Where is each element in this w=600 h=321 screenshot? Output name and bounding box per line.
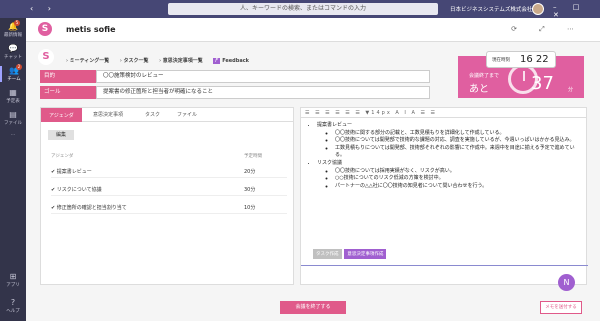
rail-item-apps[interactable]: ⊞ アプリ [0,272,26,288]
create-task-button[interactable]: タスク作成 [313,249,342,259]
feedback-icon: F [213,58,221,64]
calendar-icon: ▦ [9,88,17,97]
teams-icon: 👥 [9,66,19,75]
agenda-panel: アジェンダ 意思決定事項 タスク ファイル 編集 アジェンダ 予定時間 ✔ 提案… [40,107,294,285]
onenote-icon[interactable]: N [558,274,575,291]
remain-label: 会議終了まで [469,73,500,79]
inline-buttons: タスク作成 意思決定事項作成 [313,249,387,259]
file-icon: ▤ [9,110,17,119]
app-name: metis sofie [66,25,116,34]
tab-decisions[interactable]: 意思決定事項 [93,111,123,118]
purpose-label: 目的 [40,70,96,83]
tab-agenda[interactable]: アジェンダ [41,108,82,122]
time-col-header: 予定時間 [244,154,262,159]
crumb-tasks[interactable]: › タスク一覧 [120,58,149,64]
rail-item-calendar[interactable]: ▦ 予定表 [0,88,26,104]
create-decision-button[interactable]: 意思決定事項作成 [344,249,387,259]
app-header: S metis sofie ⟳ ⤢ ⋯ [26,18,600,42]
main-panel: S › ミーティング一覧 › タスク一覧 › 意思決定事項一覧 F Feedbac… [26,42,600,321]
rail-item-teams[interactable]: 👥 チーム 2 [0,64,26,82]
rail-item-chat[interactable]: 💬 チャット [0,44,26,60]
chat-icon: 💬 [8,44,18,53]
goal-field[interactable]: 提案書の修正箇所と担当者が明確になること [96,86,430,99]
check-icon: ✔ [51,187,56,193]
sofie-logo: S [38,49,54,65]
avatar[interactable] [532,3,544,15]
bell-icon: 🔔 [8,22,18,31]
purpose-field[interactable]: 〇〇施策検討のレビュー [96,70,430,83]
rail-item-activity[interactable]: 🔔 最新情報 5 [0,20,26,38]
end-meeting-button[interactable]: 会議を終了する [280,301,346,314]
window-controls[interactable]: – □ ✕ [553,3,600,19]
breadcrumb: › ミーティング一覧 › タスク一覧 › 意思決定事項一覧 F Feedback [66,57,258,64]
agenda-row[interactable]: ✔ 提案書レビュー 20分 [51,166,287,178]
current-time-box: 現在時刻 16 22 [486,51,556,68]
tab-files[interactable]: ファイル [177,111,197,118]
agenda-row[interactable]: ✔ リスクについて協議 30分 [51,184,287,196]
title-bar: ‹ › 人、キーワードの検索、またはコマンドの入力 日本ビジネスシステムズ株式会… [0,0,600,19]
editor-toolbar[interactable]: ☰ ☰ ☰ ☰ ☰ ☰ ▼14px A I A ☰ ☰ [301,108,586,118]
divider [301,265,588,266]
header-icons[interactable]: ⟳ ⤢ ⋯ [511,25,584,34]
rail-item-more[interactable]: ... [0,132,26,137]
check-icon: ✔ [51,169,56,175]
agenda-row[interactable]: ✔ 修正箇所の確認と担当割り当て 10分 [51,202,287,214]
tab-bar: アジェンダ 意思決定事項 タスク ファイル [41,108,293,122]
edit-button[interactable]: 編集 [48,130,75,140]
goal-label: ゴール [40,86,96,99]
rail-item-files[interactable]: ▤ ファイル [0,110,26,126]
crumb-decisions[interactable]: › 意思決定事項一覧 [159,58,203,64]
app-logo: S [38,22,52,36]
company-name: 日本ビジネスシステムズ株式会社 [450,7,533,13]
rail-item-help[interactable]: ? ヘルプ [0,298,26,314]
nav-arrows[interactable]: ‹ › [30,4,57,13]
remain-minutes: 37 [531,73,554,94]
crumb-feedback[interactable]: F Feedback [213,58,249,64]
remain-prefix: あと [469,84,489,95]
crumb-meetings[interactable]: › ミーティング一覧 [66,58,109,64]
apps-icon: ⊞ [9,272,17,281]
notes-editor[interactable]: 提案書レビュー 〇〇技術に関する部分の記載と、工数見積もりを詳細化して作成してい… [309,122,579,190]
meeting-fields: 目的 〇〇施策検討のレビュー ゴール 提案書の修正箇所と担当者が明確になること [40,70,430,102]
check-icon: ✔ [51,205,56,211]
left-rail: 🔔 最新情報 5 💬 チャット 👥 チーム 2 ▦ 予定表 ▤ ファイル ... ⊞ アプリ ?… [0,18,26,321]
help-icon: ? [10,298,16,307]
remain-unit: 分 [568,87,574,93]
notes-editor-panel: ☰ ☰ ☰ ☰ ☰ ☰ ▼14px A I A ☰ ☰ 提案書レビュー 〇〇技術… [300,107,588,285]
tab-tasks[interactable]: タスク [145,111,160,118]
font-size-select[interactable]: 14px [371,110,392,116]
current-time: 16 22 [520,54,549,65]
send-memo-button[interactable]: メモを送付する [540,301,582,314]
agenda-col-header: アジェンダ [51,154,74,159]
search-input[interactable]: 人、キーワードの検索、またはコマンドの入力 [168,3,438,15]
